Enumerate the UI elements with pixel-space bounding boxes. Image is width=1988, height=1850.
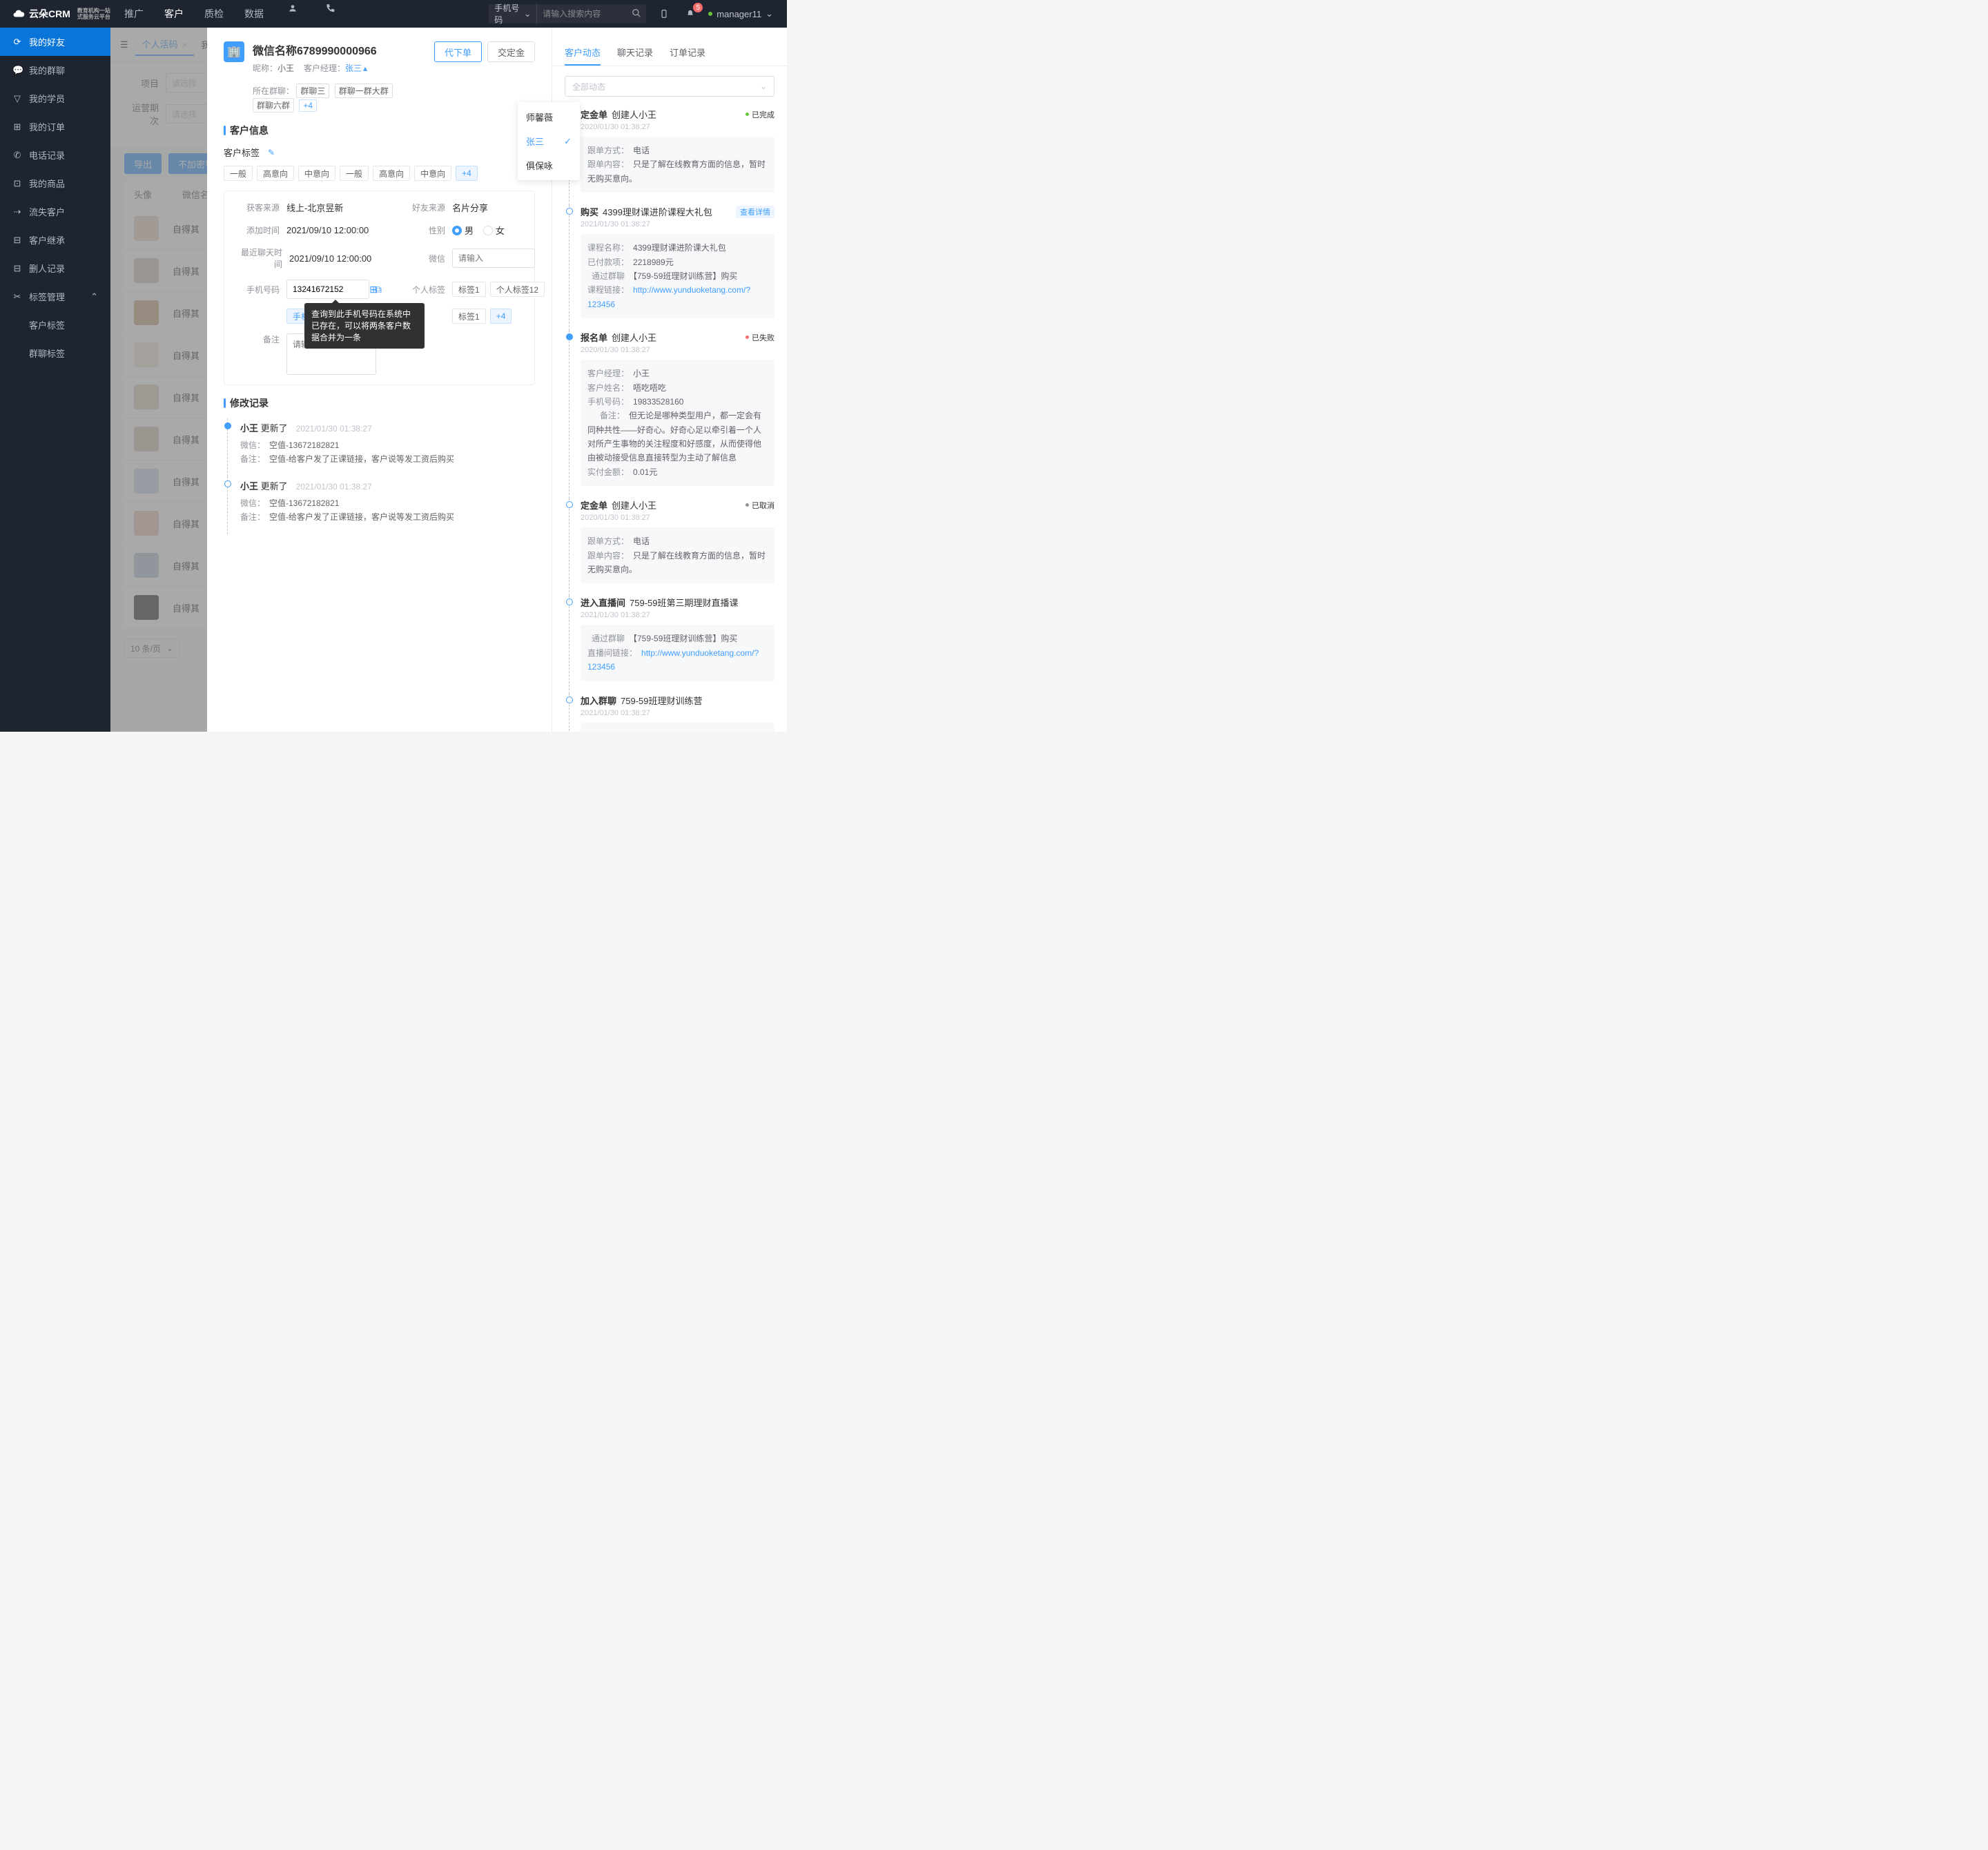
box-icon: ⊡	[12, 178, 22, 189]
ptag[interactable]: 个人标签12	[490, 282, 545, 297]
timeline-item: 进入直播间 759-59班第三期理财直播课2021/01/30 01:38:27…	[569, 596, 774, 693]
nav-promo[interactable]: 推广	[124, 0, 144, 28]
tag[interactable]: 中意向	[298, 166, 335, 181]
timeline-item: 加入群聊 759-59班理财训练营2021/01/30 01:38:27入群方式…	[569, 694, 774, 732]
timeline-item: 定金单 创建人小王已完成2020/01/30 01:38:27跟单方式：电话跟单…	[569, 108, 774, 205]
check-icon: ✓	[564, 136, 572, 147]
cloud-icon	[12, 8, 25, 20]
section-customer-info: 客户信息	[224, 124, 535, 137]
user-icon[interactable]	[284, 0, 301, 17]
contacts-icon[interactable]: ⊞	[369, 284, 378, 295]
group-tag[interactable]: 群聊一群大群	[335, 84, 393, 98]
tab-order-log[interactable]: 订单记录	[670, 40, 705, 66]
ptag-more[interactable]: +4	[490, 309, 512, 324]
phone-icon: ✆	[12, 150, 22, 161]
section-mod-log: 修改记录	[224, 396, 535, 410]
sidebar-sub-group-tags[interactable]: 群聊标签	[0, 339, 110, 367]
chevron-up-icon: ⌃	[90, 291, 98, 302]
refresh-icon: ⟳	[12, 37, 22, 48]
dropdown-item[interactable]: 师馨薇	[518, 105, 580, 129]
tag-icon: ✂	[12, 291, 22, 302]
inherit-icon: ⊟	[12, 235, 22, 246]
phone-input[interactable]	[286, 280, 369, 299]
bell-icon[interactable]: 5	[682, 6, 699, 22]
nav-data[interactable]: 数据	[244, 0, 264, 28]
phone-tooltip: 查询到此手机号码在系统中已存在，可以将两条客户数据合并为一条	[304, 303, 425, 349]
search-button[interactable]	[627, 8, 646, 20]
chevron-down-icon: ⌄	[524, 9, 531, 19]
delete-icon: ⊟	[12, 263, 22, 274]
chevron-up-icon: ▴	[363, 64, 367, 73]
group-tag[interactable]: 群聊三	[296, 84, 329, 98]
ptag[interactable]: 标签1	[452, 282, 486, 297]
sidebar-item-tags[interactable]: ✂标签管理⌃	[0, 282, 110, 311]
manager-dropdown: 师馨薇 张三✓ 俱保咏	[518, 102, 580, 180]
search-group: 手机号码⌄	[489, 4, 646, 23]
sidebar-item-calls[interactable]: ✆电话记录	[0, 141, 110, 169]
building-icon: 🏢	[224, 41, 244, 62]
place-order-button[interactable]: 代下单	[434, 41, 482, 62]
funnel-icon: ▽	[12, 93, 22, 104]
log-item: 小王 更新了2021/01/30 01:38:27微信：空值-136721828…	[227, 476, 535, 534]
timeline-item: 定金单 创建人小王已取消2020/01/30 01:38:27跟单方式：电话跟单…	[569, 498, 774, 596]
view-detail-button[interactable]: 查看详情	[736, 206, 774, 218]
nav-customer[interactable]: 客户	[164, 0, 184, 28]
customer-title: 微信名称6789990000966	[253, 41, 426, 58]
phone-icon[interactable]	[322, 0, 338, 17]
timeline-item: 购买 4399理财课进阶课程大礼包查看详情2021/01/30 01:38:27…	[569, 205, 774, 331]
search-input[interactable]	[537, 9, 627, 19]
dynamics-filter-select[interactable]: 全部动态⌄	[565, 76, 774, 97]
edit-tags-icon[interactable]: ✎	[268, 148, 275, 157]
topbar: 云朵CRM 教育机构一站式服务云平台 推广 客户 质检 数据 手机号码⌄ 5 m…	[0, 0, 787, 28]
sidebar-item-groups[interactable]: 💬我的群聊	[0, 56, 110, 84]
tag-more[interactable]: +4	[456, 166, 478, 181]
top-nav: 推广 客户 质检 数据	[124, 0, 338, 28]
log-item: 小王 更新了2021/01/30 01:38:27微信：空值-136721828…	[227, 418, 535, 476]
sidebar-item-friends[interactable]: ⟳我的好友	[0, 28, 110, 56]
tags-label: 客户标签	[224, 146, 260, 159]
sidebar-item-inherit[interactable]: ⊟客户继承	[0, 226, 110, 254]
ptag[interactable]: 标签1	[452, 309, 486, 324]
tag[interactable]: 高意向	[373, 166, 410, 181]
dropdown-item[interactable]: 俱保咏	[518, 153, 580, 177]
radio-male[interactable]: 男	[452, 224, 474, 237]
badge-count: 5	[693, 3, 703, 12]
group-tag[interactable]: 群聊六群	[253, 98, 294, 113]
mobile-icon[interactable]	[656, 6, 672, 22]
chevron-down-icon: ⌄	[766, 8, 773, 19]
tag[interactable]: 高意向	[257, 166, 294, 181]
chat-icon: 💬	[12, 65, 22, 76]
sidebar: ⟳我的好友 💬我的群聊 ▽我的学员 ⊞我的订单 ✆电话记录 ⊡我的商品 ⇢流失客…	[0, 28, 110, 732]
manager-dropdown-trigger[interactable]: 张三 ▴	[345, 62, 367, 74]
sidebar-item-delete[interactable]: ⊟删人记录	[0, 254, 110, 282]
sidebar-item-orders[interactable]: ⊞我的订单	[0, 113, 110, 141]
timeline-item: 报名单 创建人小王已失败2020/01/30 01:38:27客户经理：小王客户…	[569, 331, 774, 498]
status-dot	[708, 12, 712, 16]
order-icon: ⊞	[12, 121, 22, 133]
search-type-select[interactable]: 手机号码⌄	[489, 2, 537, 26]
radio-female[interactable]: 女	[483, 224, 505, 237]
user-menu[interactable]: manager11⌄	[708, 8, 773, 19]
sidebar-item-lost[interactable]: ⇢流失客户	[0, 197, 110, 226]
sidebar-sub-customer-tags[interactable]: 客户标签	[0, 311, 110, 339]
tag[interactable]: 一般	[340, 166, 369, 181]
sidebar-item-products[interactable]: ⊡我的商品	[0, 169, 110, 197]
logo[interactable]: 云朵CRM 教育机构一站式服务云平台	[0, 7, 110, 21]
dropdown-item[interactable]: 张三✓	[518, 129, 580, 153]
nav-qc[interactable]: 质检	[204, 0, 224, 28]
deposit-button[interactable]: 交定金	[487, 41, 535, 62]
exit-icon: ⇢	[12, 206, 22, 217]
tab-chat-log[interactable]: 聊天记录	[617, 40, 653, 66]
search-icon	[632, 8, 641, 18]
customer-panel: 🏢 微信名称6789990000966 昵称：小王 客户经理：张三 ▴ 所在群聊…	[207, 28, 787, 732]
tag[interactable]: 中意向	[414, 166, 451, 181]
chevron-down-icon: ⌄	[760, 81, 767, 91]
group-more[interactable]: +4	[299, 99, 317, 112]
wechat-input[interactable]	[452, 249, 535, 268]
tag[interactable]: 一般	[224, 166, 253, 181]
tab-dynamics[interactable]: 客户动态	[565, 40, 601, 66]
sidebar-item-students[interactable]: ▽我的学员	[0, 84, 110, 113]
